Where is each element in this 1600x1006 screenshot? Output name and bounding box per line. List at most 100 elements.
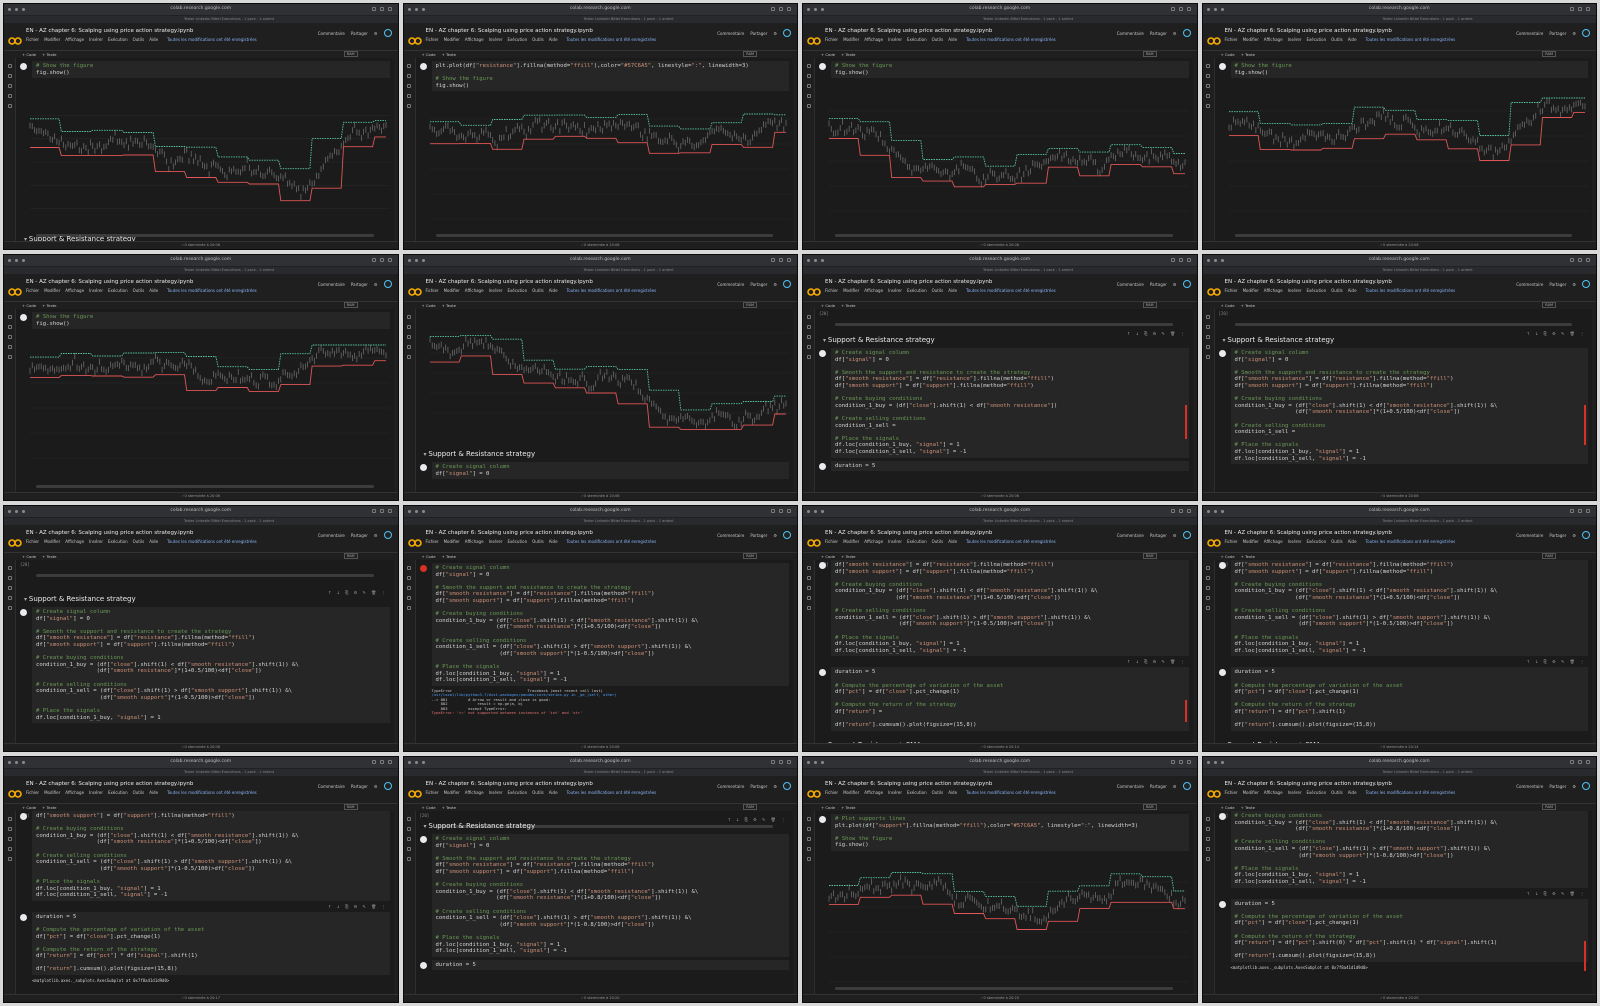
notebook-title[interactable]: EN - AZ chapter 6: Scalping using price …	[426, 781, 593, 787]
add-text-button[interactable]: + Texte	[42, 805, 56, 810]
tabs-icon[interactable]	[787, 760, 791, 764]
menu-icon[interactable]	[1206, 566, 1210, 570]
settings-icon[interactable]: ⚙	[773, 533, 777, 538]
menu-item[interactable]: Aide	[149, 539, 158, 544]
strategy-cell[interactable]: # Create signal column df["signal"] = 0 #…	[819, 348, 1189, 458]
settings-icon[interactable]: ⚙	[1572, 31, 1576, 36]
ram-disk-indicator[interactable]: RAM	[743, 553, 757, 559]
key-icon[interactable]	[1206, 596, 1210, 600]
settings-icon[interactable]: ⚙	[1572, 784, 1576, 789]
window-max-button[interactable]	[421, 8, 425, 11]
menu-item[interactable]: Outils	[1331, 288, 1343, 293]
run-cell-button[interactable]	[419, 565, 427, 572]
ram-disk-indicator[interactable]: RAM	[1142, 804, 1157, 810]
notebook-title[interactable]: EN - AZ chapter 6: Scalping using price …	[426, 28, 593, 34]
menu-item[interactable]: Modifier	[44, 539, 60, 544]
return-cell[interactable]: duration = 5 # Compute the percentage of…	[1218, 667, 1588, 731]
plot-code-cell[interactable]: plt.plot(df["resistance"].fillna(method=…	[419, 61, 789, 92]
add-text-button[interactable]: + Texte	[42, 554, 56, 559]
folder-icon[interactable]	[1206, 606, 1210, 610]
search-icon[interactable]	[1206, 74, 1210, 78]
notebook-title[interactable]: EN - AZ chapter 6: Scalping using price …	[825, 279, 992, 285]
folder-icon[interactable]	[806, 104, 811, 108]
window-close-button[interactable]	[8, 510, 11, 513]
horizontal-scrollbar[interactable]	[1234, 323, 1572, 326]
menu-item[interactable]: Exécution	[507, 37, 527, 42]
key-icon[interactable]	[7, 94, 12, 98]
horizontal-scrollbar[interactable]	[36, 574, 374, 577]
menu-item[interactable]: Exécution	[1306, 288, 1326, 293]
menu-item[interactable]: Outils	[932, 539, 944, 544]
window-min-button[interactable]	[1213, 761, 1217, 764]
share-button[interactable]: Partager	[1549, 533, 1566, 538]
comment-button[interactable]: Commentaire	[318, 282, 345, 287]
comment-button[interactable]: Commentaire	[318, 533, 345, 538]
tabs-icon[interactable]	[1186, 7, 1191, 11]
menu-item[interactable]: Modifier	[843, 37, 859, 42]
code-icon[interactable]	[7, 837, 12, 841]
search-icon[interactable]	[407, 827, 411, 831]
window-close-button[interactable]	[407, 510, 411, 513]
code-icon[interactable]	[806, 837, 811, 841]
ram-disk-indicator[interactable]: RAM	[1142, 302, 1157, 308]
section-heading[interactable]: Support & Resistance strategy	[24, 595, 394, 603]
menu-item[interactable]: Outils	[133, 37, 145, 42]
add-code-button[interactable]: + Code	[422, 52, 436, 57]
plus-icon[interactable]	[779, 760, 783, 764]
notebook-title[interactable]: EN - AZ chapter 6: Scalping using price …	[26, 781, 193, 787]
add-text-button[interactable]: + Texte	[442, 805, 456, 810]
notebook-content[interactable]: plt.plot(df["resistance"].fillna(method=…	[415, 58, 793, 243]
add-code-button[interactable]: + Code	[22, 554, 36, 559]
notebook-content[interactable]: # Show the figure fig.show()	[1214, 58, 1592, 243]
key-icon[interactable]	[806, 596, 811, 600]
code-icon[interactable]	[806, 84, 811, 88]
search-icon[interactable]	[806, 576, 811, 580]
window-close-button[interactable]	[1206, 259, 1210, 262]
horizontal-scrollbar[interactable]	[835, 234, 1173, 237]
menu-item[interactable]: Fichier	[1225, 539, 1238, 544]
settings-icon[interactable]: ⚙	[374, 31, 378, 36]
menu-item[interactable]: Exécution	[907, 37, 927, 42]
plus-icon[interactable]	[1578, 509, 1582, 513]
address-bar[interactable]: colab.research.google.com	[570, 257, 631, 262]
menu-item[interactable]: Aide	[1348, 790, 1357, 795]
run-cell-button[interactable]	[20, 63, 27, 70]
menu-icon[interactable]	[806, 817, 811, 821]
menu-item[interactable]: Modifier	[444, 37, 460, 42]
strategy-cell[interactable]: # Create signal column df["signal"] = 0 #…	[20, 607, 390, 724]
address-bar[interactable]: colab.research.google.com	[170, 6, 231, 11]
comment-button[interactable]: Commentaire	[1117, 31, 1144, 36]
plus-icon[interactable]	[1578, 258, 1582, 262]
notebook-content[interactable]: [20]Support & Resistance strategy↑ ↓ ⎘ ⚙…	[415, 811, 793, 996]
share-icon[interactable]	[771, 258, 775, 262]
address-bar[interactable]: colab.research.google.com	[570, 6, 631, 11]
add-text-button[interactable]: + Texte	[1241, 52, 1255, 57]
add-code-button[interactable]: + Code	[821, 554, 835, 559]
window-max-button[interactable]	[421, 761, 425, 764]
cell-actions[interactable]: ↑ ↓ ⎘ ⚙ ✎ 🗑 ⋮	[328, 590, 388, 595]
window-min-button[interactable]	[15, 259, 18, 262]
run-cell-button[interactable]	[819, 816, 826, 823]
menu-item[interactable]: Insérer	[1288, 790, 1302, 795]
run-cell-button[interactable]	[819, 350, 826, 357]
plus-icon[interactable]	[779, 7, 783, 11]
strategy-cell[interactable]: df["smooth support"] = df["support"].fil…	[20, 811, 390, 901]
tabs-icon[interactable]	[1186, 509, 1191, 513]
return-cell[interactable]: duration = 5 # Compute the percentage of…	[20, 911, 390, 976]
window-min-button[interactable]	[1213, 8, 1217, 11]
search-icon[interactable]	[7, 74, 12, 78]
share-icon[interactable]	[1570, 7, 1574, 11]
code-icon[interactable]	[1206, 335, 1210, 339]
share-button[interactable]: Partager	[351, 533, 368, 538]
window-close-button[interactable]	[8, 8, 11, 11]
add-text-button[interactable]: + Texte	[841, 805, 855, 810]
address-bar[interactable]: colab.research.google.com	[1369, 759, 1430, 764]
menu-item[interactable]: Modifier	[1243, 539, 1259, 544]
notebook-content[interactable]: [20]Support & Resistance strategy↑ ↓ ⎘ ⚙…	[815, 309, 1193, 494]
run-cell-button[interactable]	[20, 314, 27, 321]
menu-item[interactable]: Exécution	[507, 790, 527, 795]
menu-item[interactable]: Fichier	[26, 790, 39, 795]
menu-item[interactable]: Fichier	[426, 790, 439, 795]
strategy-cell[interactable]: df["smooth resistance"] = df["resistance…	[1218, 560, 1588, 657]
add-code-button[interactable]: + Code	[1221, 805, 1235, 810]
